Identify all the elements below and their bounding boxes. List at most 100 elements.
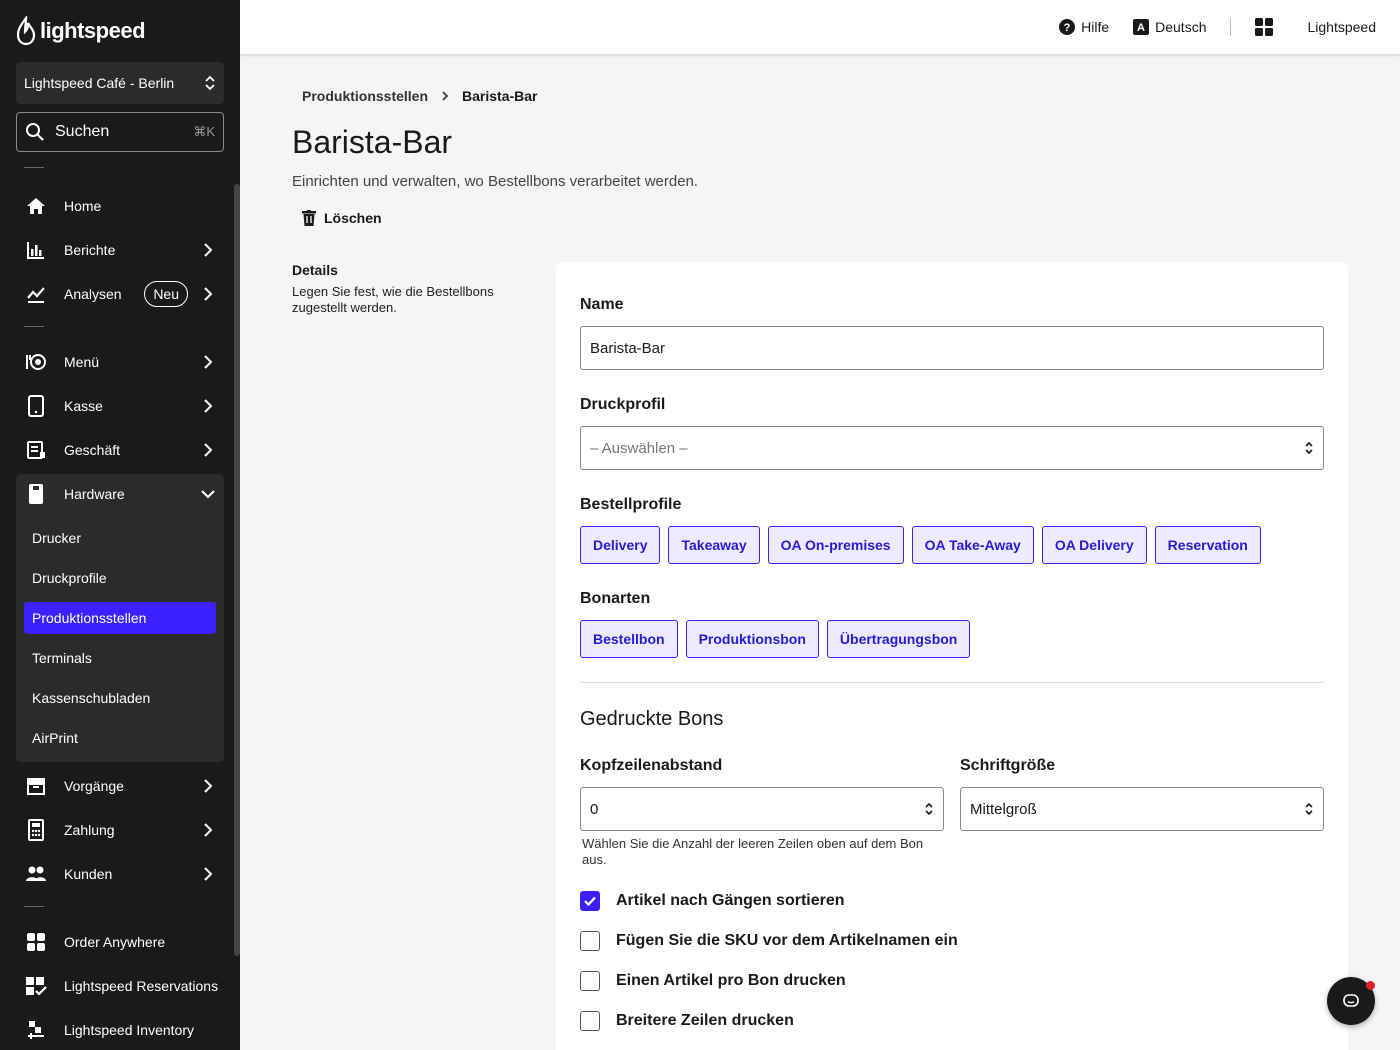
sidebar-item-order-anywhere[interactable]: Order Anywhere [16,922,224,962]
checkbox-label: Artikel nach Gängen sortieren [616,892,845,909]
menu-icon [24,350,48,374]
hardware-icon [24,482,48,506]
checkbox-label: Breitere Zeilen drucken [616,1012,794,1029]
sidebar-item-geschaeft[interactable]: Geschäft [16,430,224,470]
help-icon: ? [1059,19,1076,35]
sidebar-item-label: Vorgänge [64,778,124,794]
checkbox-unchecked[interactable] [580,971,600,991]
checkbox-unchecked[interactable] [580,931,600,951]
account-menu[interactable]: Lightspeed [1307,19,1376,35]
font-size-select[interactable]: Mittelgroß [960,787,1324,831]
flame-icon [16,16,36,46]
header-spacing-label: Kopfzeilenabstand [580,757,723,774]
delete-label: Löschen [324,210,382,226]
header-spacing-select[interactable]: 0 [580,787,944,831]
sidebar-subitem-kassenschubladen[interactable]: Kassenschubladen [24,682,216,714]
sidebar-item-zahlung[interactable]: Zahlung [16,810,224,850]
font-size-value: Mittelgroß [970,800,1037,818]
chip-uebertragungsbon[interactable]: Übertragungsbon [826,620,971,658]
sidebar-subitem-airprint[interactable]: AirPrint [24,722,216,754]
name-value: Barista-Bar [590,339,666,357]
help-link[interactable]: ? Hilfe [1059,19,1109,35]
calculator-icon [24,818,48,842]
order-profiles-label: Bestellprofile [580,496,682,513]
print-profile-select[interactable]: – Auswählen – [580,426,1324,470]
svg-text:?: ? [1064,22,1071,34]
lightspeed-logo[interactable]: lightspeed [16,16,146,46]
brand-name: lightspeed [40,18,146,43]
language-switcher[interactable]: A Deutsch [1133,19,1206,35]
chip-oa-delivery[interactable]: OA Delivery [1041,526,1147,564]
chevron-right-icon [204,779,213,793]
customers-icon [24,862,48,886]
sidebar-item-label: Analysen [64,286,122,302]
sidebar-item-menu[interactable]: Menü [16,342,224,382]
sidebar-item-berichte[interactable]: Berichte [16,230,224,270]
delete-button[interactable]: Löschen [302,210,382,226]
new-badge: Neu [144,281,188,307]
sidebar-item-inventory[interactable]: Lightspeed Inventory [16,1010,224,1050]
search-label: Suchen [55,123,110,140]
checkbox-row[interactable]: Einen Artikel pro Bon drucken [580,971,846,991]
chip-takeaway[interactable]: Takeaway [668,526,760,564]
checkbox-row[interactable]: Breitere Zeilen drucken [580,1011,794,1031]
sidebar-item-label: Lightspeed Reservations [64,978,219,994]
app-switcher[interactable] [1255,18,1274,36]
page-title: Barista-Bar [292,124,453,160]
checkbox-row[interactable]: Fügen Sie die SKU vor dem Artikelnamen e… [580,931,958,951]
reports-icon [24,238,48,262]
sidebar-subitem-terminals[interactable]: Terminals [24,642,216,674]
business-icon [24,438,48,462]
divider [24,167,44,168]
sidebar-item-label: Order Anywhere [64,934,166,950]
sidebar-item-kasse[interactable]: Kasse [16,386,224,426]
sidebar-item-analysen[interactable]: Analysen Neu [16,274,224,314]
chip-delivery[interactable]: Delivery [580,526,661,564]
section-divider [580,682,1324,683]
chip-oa-on-premises[interactable]: OA On-premises [767,526,904,564]
breadcrumb-parent[interactable]: Produktionsstellen [302,88,428,104]
store-selector[interactable]: Lightspeed Café - Berlin [16,62,224,104]
chip-bestellbon[interactable]: Bestellbon [580,620,678,658]
sidebar: lightspeed Lightspeed Café - Berlin Such… [0,0,240,1050]
sidebar-subitem-produktionsstellen[interactable]: Produktionsstellen [24,602,216,634]
checkbox-label: Fügen Sie die SKU vor dem Artikelnamen e… [616,932,958,949]
sidebar-item-reservations[interactable]: Lightspeed Reservations [16,966,224,1006]
sidebar-item-hardware[interactable]: Hardware [16,474,224,514]
print-profile-label: Druckprofil [580,396,666,413]
language-icon: A [1133,19,1150,35]
details-heading: Details [292,262,338,278]
sidebar-item-vorgaenge[interactable]: Vorgänge [16,766,224,806]
chip-produktionsbon[interactable]: Produktionsbon [685,620,819,658]
sidebar-item-label: Lightspeed Inventory [64,1022,194,1038]
chevron-right-icon [204,399,213,413]
account-label: Lightspeed [1307,19,1376,35]
updown-icon [925,802,933,816]
sidebar-scrollbar[interactable] [234,184,240,956]
checkbox-unchecked[interactable] [580,1011,600,1031]
sidebar-subitem-drucker[interactable]: Drucker [24,522,216,554]
updown-icon [1305,802,1313,816]
name-field[interactable]: Barista-Bar [580,326,1324,370]
sidebar-subitem-druckprofile[interactable]: Druckprofile [24,562,216,594]
search-shortcut: ⌘K [193,124,215,139]
chip-reservation[interactable]: Reservation [1154,526,1261,564]
checkbox-row[interactable]: Artikel nach Gängen sortieren [580,891,845,911]
sidebar-item-kunden[interactable]: Kunden [16,854,224,894]
chevron-right-icon [204,355,213,369]
checkmark-icon [584,896,596,907]
divider [24,906,44,907]
chip-oa-take-away[interactable]: OA Take-Away [911,526,1034,564]
trash-icon [302,210,316,226]
chevron-right-icon [442,91,449,101]
search-input[interactable]: Suchen ⌘K [16,112,224,152]
chevron-right-icon [204,867,213,881]
sidebar-item-home[interactable]: Home [16,186,224,226]
checkbox-checked[interactable] [580,891,600,911]
chevron-right-icon [204,287,213,301]
sidebar-item-label: Home [64,198,102,214]
updown-icon [205,75,215,91]
language-label: Deutsch [1155,19,1207,35]
home-icon [24,194,48,218]
breadcrumb-current: Barista-Bar [462,88,538,104]
